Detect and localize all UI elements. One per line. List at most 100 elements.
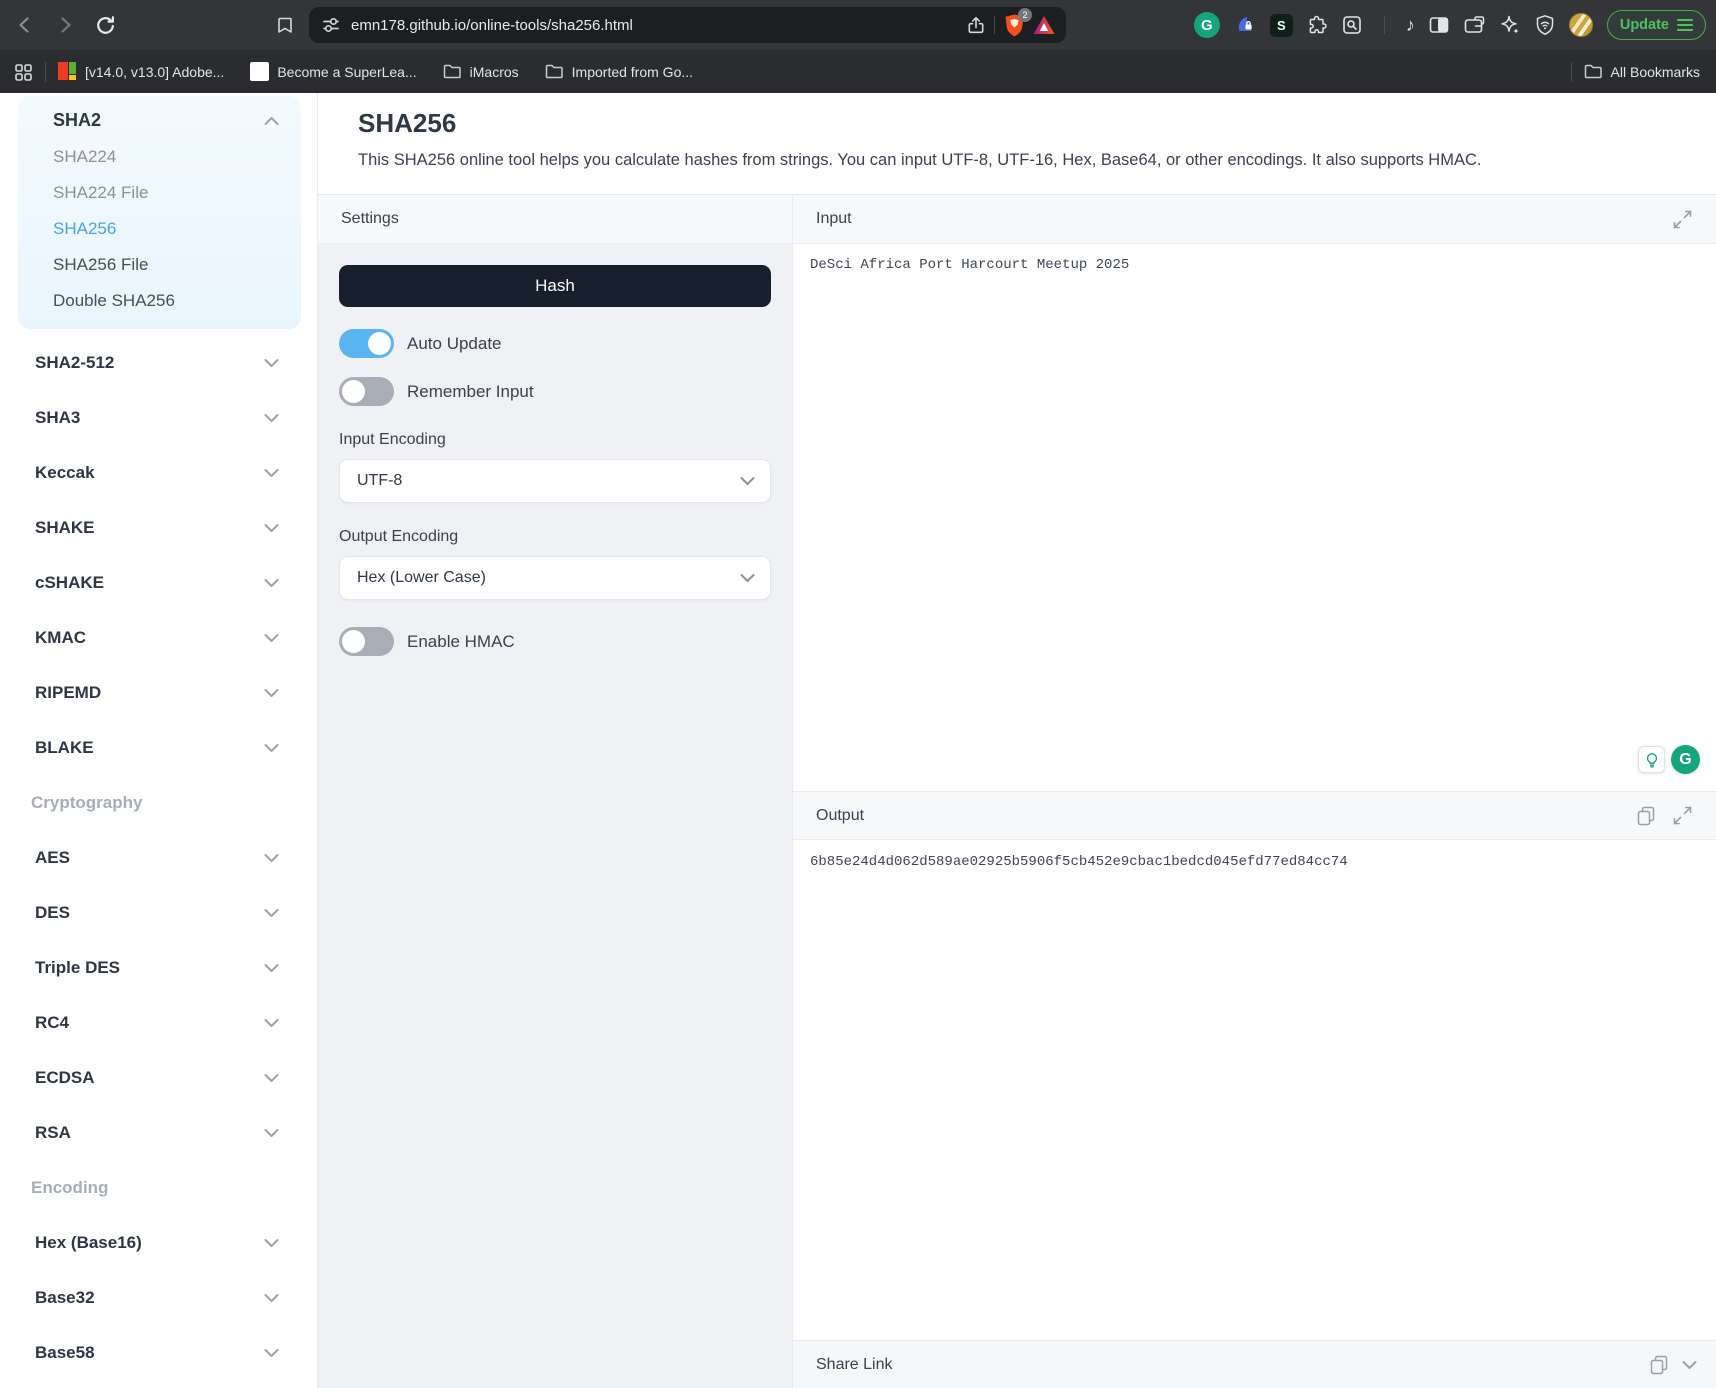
browser-toolbar: emn178.github.io/online-tools/sha256.htm… (0, 0, 1716, 50)
forward-icon[interactable] (54, 14, 76, 36)
input-encoding-select[interactable]: UTF-8 (339, 459, 771, 503)
enable-hmac-label: Enable HMAC (407, 631, 515, 651)
chevron-down-icon (264, 578, 279, 587)
brave-shield-icon[interactable]: 2 (1003, 7, 1032, 38)
chevron-down-icon (264, 743, 279, 752)
sidebar-group-base64[interactable]: Base64 (0, 1380, 317, 1388)
expand-icon[interactable] (1672, 209, 1693, 230)
share-link-label: Share Link (816, 1355, 893, 1373)
sidebar-item-double-sha256[interactable]: Double SHA256 (18, 283, 301, 319)
url-text[interactable]: emn178.github.io/online-tools/sha256.htm… (351, 17, 966, 34)
apps-grid-icon[interactable] (13, 62, 33, 82)
sidebar-panel-icon[interactable] (1428, 14, 1450, 36)
output-header: Output (793, 791, 1716, 840)
output-encoding-label: Output Encoding (339, 528, 459, 545)
leo-ai-sparkle-icon[interactable] (1499, 14, 1521, 36)
sidebar-group-sha2-512[interactable]: SHA2-512 (0, 335, 317, 390)
sidebar-group-base58[interactable]: Base58 (0, 1325, 317, 1380)
extensions-puzzle-icon[interactable] (1306, 14, 1328, 36)
sidebar: SHA2 SHA224 SHA224 File SHA256 SHA256 Fi… (0, 93, 318, 1388)
reload-icon[interactable] (94, 14, 117, 37)
sidebar-group-keccak[interactable]: Keccak (0, 445, 317, 500)
sidebar-group-blake[interactable]: BLAKE (0, 720, 317, 775)
back-icon[interactable] (14, 14, 36, 36)
rewards-coin-icon[interactable] (1568, 13, 1593, 37)
sidebar-group-base32[interactable]: Base32 (0, 1270, 317, 1325)
chevron-down-icon (264, 963, 279, 972)
divider (45, 61, 46, 82)
chevron-down-icon (264, 853, 279, 862)
input-text: DeSci Africa Port Harcourt Meetup 2025 (810, 257, 1130, 273)
sidebar-item-sha224-file[interactable]: SHA224 File (18, 175, 301, 211)
bookmark-item-superlea[interactable]: Become a SuperLea... (250, 62, 417, 81)
grammarly-suggestion-icon[interactable] (1638, 746, 1665, 773)
privacy-rabbit-extension-icon[interactable] (1233, 13, 1257, 37)
vpn-shield-icon[interactable] (1534, 14, 1556, 36)
sidebar-group-rc4[interactable]: RC4 (0, 995, 317, 1050)
page-description: This SHA256 online tool helps you calcul… (358, 151, 1482, 169)
divider (1570, 61, 1572, 82)
auto-update-label: Auto Update (407, 333, 502, 353)
search-box-extension-icon[interactable] (1341, 14, 1363, 36)
update-button[interactable]: Update (1606, 10, 1706, 40)
site-settings-icon[interactable] (321, 15, 341, 35)
wallet-icon[interactable] (1463, 14, 1486, 36)
share-link-bar: Share Link (793, 1340, 1716, 1388)
sidebar-section-encoding: Encoding (31, 1177, 109, 1197)
media-control-icon[interactable]: ♪ (1406, 15, 1415, 36)
sidebar-item-sha224[interactable]: SHA224 (18, 139, 301, 175)
sidebar-group-cshake[interactable]: cSHAKE (0, 555, 317, 610)
chevron-down-icon[interactable] (1682, 1360, 1697, 1370)
grammarly-icon[interactable]: G (1671, 745, 1700, 774)
s-extension-icon[interactable]: S (1269, 13, 1293, 37)
adobe-bookmark-icon (58, 62, 77, 81)
sidebar-group-sha2: SHA2 SHA224 SHA224 File SHA256 SHA256 Fi… (18, 96, 301, 329)
page-title: SHA256 (358, 108, 457, 138)
input-header: Input (793, 195, 1716, 244)
url-bar[interactable]: emn178.github.io/online-tools/sha256.htm… (309, 7, 1066, 43)
sidebar-group-ecdsa[interactable]: ECDSA (0, 1050, 317, 1105)
bookmark-folder-imacros[interactable]: iMacros (443, 63, 519, 80)
sidebar-item-sha256-file[interactable]: SHA256 File (18, 247, 301, 283)
output-encoding-select[interactable]: Hex (Lower Case) (339, 556, 771, 600)
enable-hmac-toggle[interactable] (339, 627, 394, 656)
hash-button[interactable]: Hash (339, 265, 771, 307)
input-encoding-label: Input Encoding (339, 431, 446, 448)
output-area: 6b85e24d4d062d589ae02925b5906f5cb452e9cb… (793, 840, 1716, 1340)
chevron-down-icon (740, 477, 755, 485)
input-textarea[interactable]: DeSci Africa Port Harcourt Meetup 2025 G (793, 244, 1716, 791)
all-bookmarks-button[interactable]: All Bookmarks (1584, 63, 1700, 80)
io-panel: Input DeSci Africa Port Harcourt Meetup … (793, 195, 1716, 1388)
bookmark-icon[interactable] (275, 15, 295, 35)
sidebar-group-triple-des[interactable]: Triple DES (0, 940, 317, 995)
sidebar-group-des[interactable]: DES (0, 885, 317, 940)
sidebar-group-sha2-header[interactable]: SHA2 (18, 102, 301, 139)
sidebar-group-aes[interactable]: AES (0, 830, 317, 885)
chevron-down-icon (264, 633, 279, 642)
bookmark-item-adobe[interactable]: [v14.0, v13.0] Adobe... (58, 62, 224, 81)
remember-input-toggle[interactable] (339, 377, 394, 406)
sidebar-group-ripemd[interactable]: RIPEMD (0, 665, 317, 720)
sidebar-item-sha256[interactable]: SHA256 (18, 211, 301, 247)
folder-icon (443, 63, 462, 80)
sidebar-group-hex-base16[interactable]: Hex (Base16) (0, 1215, 317, 1270)
copy-icon[interactable] (1649, 1355, 1669, 1375)
sidebar-group-kmac[interactable]: KMAC (0, 610, 317, 665)
share-icon[interactable] (966, 15, 986, 35)
chevron-down-icon (740, 574, 755, 582)
brave-rewards-icon[interactable] (1032, 14, 1056, 36)
sidebar-group-sha3[interactable]: SHA3 (0, 390, 317, 445)
grammarly-extension-icon[interactable]: G (1193, 12, 1220, 38)
auto-update-toggle[interactable] (339, 329, 394, 358)
chevron-down-icon (264, 1238, 279, 1247)
bookmarks-bar: [v14.0, v13.0] Adobe... Become a SuperLe… (0, 50, 1716, 93)
expand-icon[interactable] (1672, 805, 1693, 826)
sidebar-group-rsa[interactable]: RSA (0, 1105, 317, 1160)
white-square-favicon (250, 62, 270, 81)
sidebar-group-shake[interactable]: SHAKE (0, 500, 317, 555)
chevron-down-icon (264, 523, 279, 532)
bookmark-folder-imported[interactable]: Imported from Go... (545, 63, 693, 80)
divider (1383, 16, 1385, 34)
output-hash: 6b85e24d4d062d589ae02925b5906f5cb452e9cb… (810, 854, 1348, 870)
copy-icon[interactable] (1636, 806, 1656, 826)
